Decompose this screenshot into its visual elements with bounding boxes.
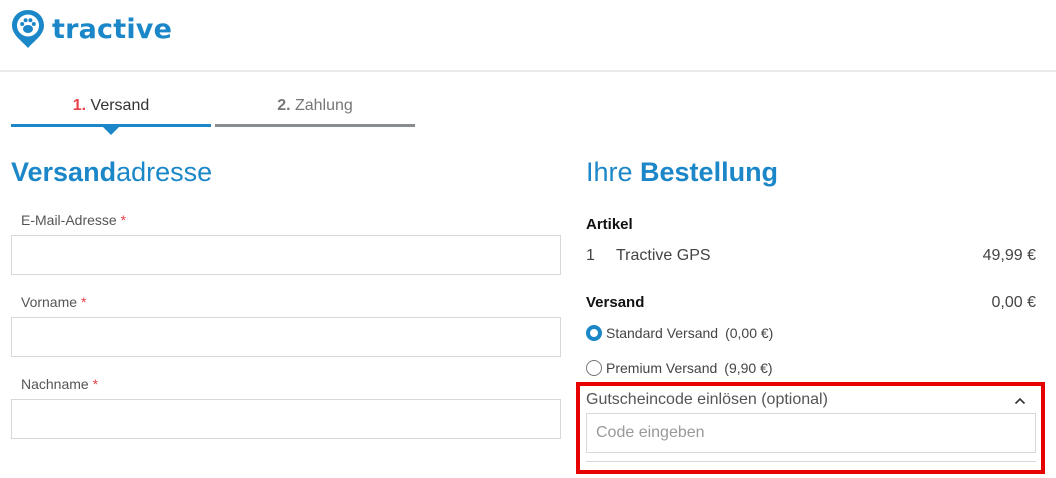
email-field[interactable] xyxy=(11,235,561,275)
shipping-option-price: (0,00 €) xyxy=(725,325,774,341)
firstname-label-text: Vorname xyxy=(21,294,78,310)
checkout-steps: 1. Versand 2. Zahlung xyxy=(11,92,415,135)
email-label-text: E-Mail-Adresse xyxy=(21,212,117,228)
chevron-up-icon[interactable] xyxy=(1012,393,1028,409)
required-marker: * xyxy=(92,376,99,392)
items-title: Artikel xyxy=(586,216,633,233)
order-heading-bold: Bestellung xyxy=(640,157,779,187)
shipping-option-name: Standard Versand xyxy=(606,325,719,341)
step-number: 1. xyxy=(72,97,87,114)
step-number: 2. xyxy=(277,97,291,114)
shipping-option-standard[interactable]: Standard Versand (0,00 €) xyxy=(586,325,773,341)
step-label: Zahlung xyxy=(294,97,353,114)
shipping-option-name: Premium Versand xyxy=(606,360,718,376)
shipping-option-price: (9,90 €) xyxy=(724,360,773,376)
radio-selected-icon[interactable] xyxy=(586,325,602,341)
coupon-code-input[interactable] xyxy=(586,413,1036,453)
required-marker: * xyxy=(80,294,87,310)
shipping-price: 0,00 € xyxy=(991,294,1036,311)
lastname-label: Nachname * xyxy=(21,376,98,392)
item-quantity: 1 xyxy=(586,247,595,264)
lastname-label-text: Nachname xyxy=(21,376,89,392)
step-versand[interactable]: 1. Versand xyxy=(11,92,211,135)
divider xyxy=(586,461,1036,462)
site-header: tractive xyxy=(0,0,1056,72)
radio-unselected-icon[interactable] xyxy=(586,360,602,376)
item-price: 49,99 € xyxy=(982,247,1036,264)
firstname-field[interactable] xyxy=(11,317,561,357)
email-label: E-Mail-Adresse * xyxy=(21,212,126,228)
coupon-toggle-label[interactable]: Gutscheincode einlösen (optional) xyxy=(586,391,828,409)
paw-pin-icon xyxy=(12,10,44,48)
active-step-arrow xyxy=(103,127,119,135)
address-heading-bold: Versand xyxy=(11,157,117,187)
order-heading-rest: Ihre xyxy=(586,157,641,187)
step-zahlung[interactable]: 2. Zahlung xyxy=(215,92,415,127)
step-label: Versand xyxy=(90,97,150,114)
required-marker: * xyxy=(120,212,127,228)
address-heading-rest: adresse xyxy=(116,157,213,187)
lastname-field[interactable] xyxy=(11,399,561,439)
shipping-option-premium[interactable]: Premium Versand (9,90 €) xyxy=(586,360,773,376)
tractive-logo[interactable]: tractive xyxy=(10,8,172,50)
order-heading: Ihre Bestellung xyxy=(586,157,778,188)
firstname-label: Vorname * xyxy=(21,294,86,310)
brand-name: tractive xyxy=(52,13,173,45)
shipping-title: Versand xyxy=(586,294,645,311)
address-heading: Versandadresse xyxy=(11,157,212,188)
item-name: Tractive GPS xyxy=(616,247,711,264)
